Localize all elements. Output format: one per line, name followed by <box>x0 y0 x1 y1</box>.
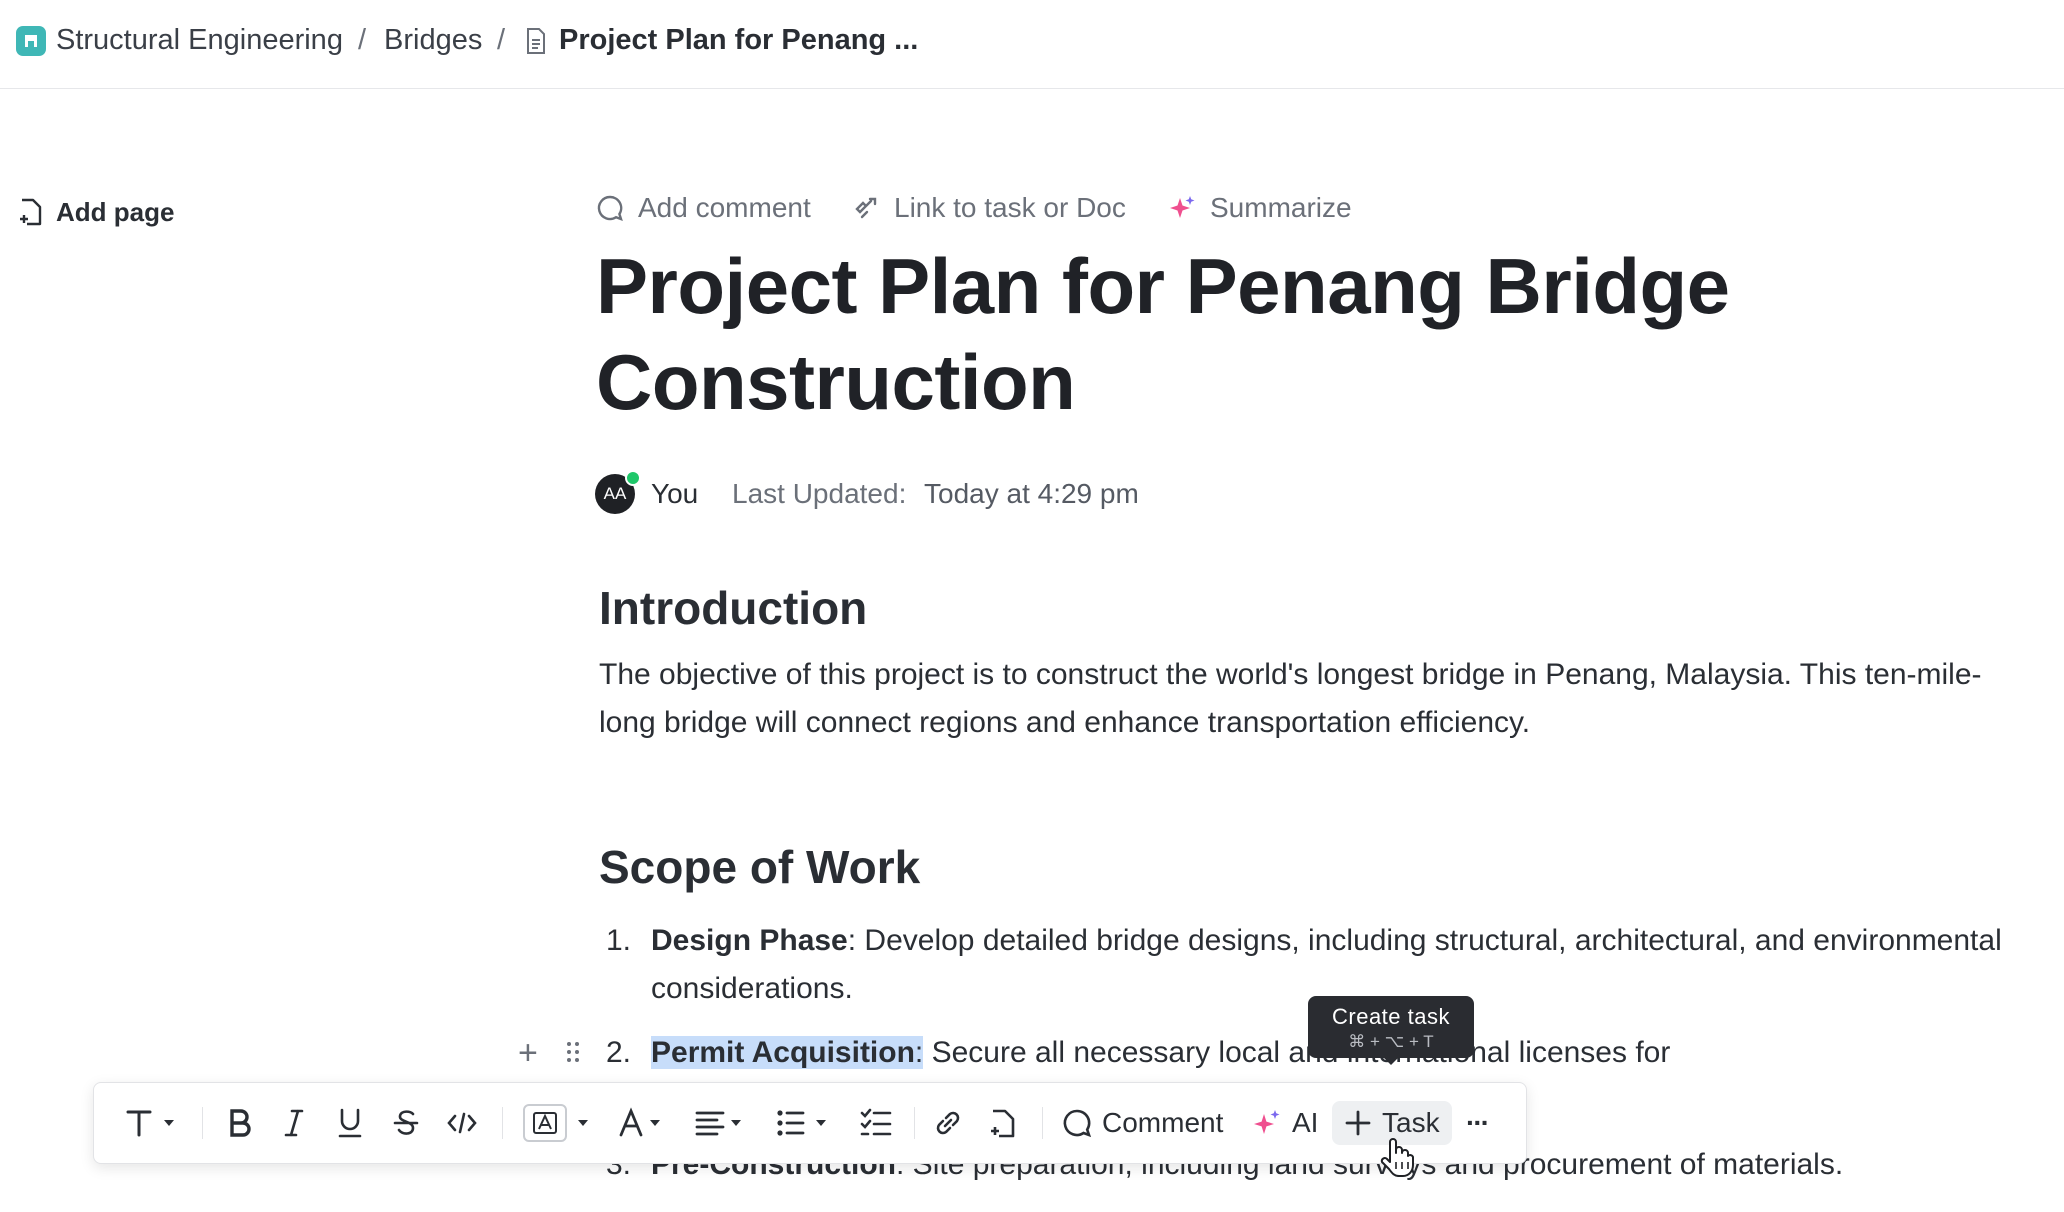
strikethrough-icon <box>393 1110 419 1135</box>
page-title[interactable]: Project Plan for Penang Bridge Construct… <box>596 238 1896 430</box>
toolbar-divider <box>502 1107 503 1139</box>
list-item-term: Design Phase <box>651 924 848 957</box>
summarize-button[interactable]: Summarize <box>1168 188 1352 228</box>
breadcrumb-separator: / <box>358 24 367 56</box>
code-icon <box>447 1112 477 1134</box>
tooltip-arrow <box>1382 1056 1400 1065</box>
sparkle-icon <box>1254 1110 1280 1134</box>
toolbar-divider <box>202 1107 203 1139</box>
bold-icon <box>230 1109 251 1137</box>
ai-button[interactable]: AI <box>1252 1101 1318 1145</box>
list-item-term-selected: Permit Acquisition: <box>651 1036 924 1069</box>
task-label: Task <box>1382 1107 1440 1138</box>
comment-label: Comment <box>1102 1107 1224 1138</box>
comment-button[interactable]: Comment <box>1062 1101 1223 1145</box>
more-options-button[interactable]: ··· <box>1466 1101 1490 1145</box>
list-item-term: Permit Acquisition <box>651 1036 915 1069</box>
breadcrumb: Structural Engineering / Bridges / Proje… <box>0 0 2064 89</box>
comment-icon <box>597 195 623 221</box>
strikethrough-button[interactable] <box>392 1101 420 1145</box>
create-task-tooltip: Create task ⌘ + ⌥ + T <box>1308 996 1474 1058</box>
text-color-icon <box>619 1107 660 1137</box>
link-page-button[interactable] <box>988 1101 1018 1145</box>
link-icon <box>936 1111 960 1135</box>
drag-handle-icon[interactable] <box>566 1040 580 1064</box>
more-icon: ··· <box>1466 1107 1490 1138</box>
author-name: You <box>651 478 699 509</box>
checklist-button[interactable] <box>860 1101 892 1145</box>
bullet-list-button[interactable] <box>776 1101 832 1145</box>
breadcrumb-doc[interactable]: Project Plan for Penang ... <box>559 22 918 58</box>
add-comment-label: Add comment <box>638 192 811 223</box>
link-task-button[interactable]: Link to task or Doc <box>852 188 1126 228</box>
checklist-icon <box>860 1108 892 1136</box>
align-left-icon <box>695 1111 741 1136</box>
formatting-toolbar: Comment AI Task ··· <box>93 1082 1527 1164</box>
list-item-text: : Develop detailed bridge designs, inclu… <box>651 924 2002 1005</box>
hand-cursor-icon <box>1380 1138 1414 1177</box>
list-item-colon: : <box>914 1036 924 1069</box>
underline-icon <box>338 1108 362 1138</box>
toolbar-divider <box>1042 1107 1043 1139</box>
breadcrumb-space[interactable]: Structural Engineering <box>56 22 343 58</box>
breadcrumb-folder[interactable]: Bridges <box>384 22 482 58</box>
tooltip-shortcut: ⌘ + ⌥ + T <box>1348 1032 1434 1051</box>
breadcrumb-separator: / <box>497 24 506 56</box>
align-button[interactable] <box>694 1101 748 1145</box>
summarize-label: Summarize <box>1210 192 1352 223</box>
add-page-button[interactable]: Add page <box>18 192 174 232</box>
add-block-icon[interactable]: + <box>518 1036 538 1070</box>
section-heading-introduction[interactable]: Introduction <box>599 580 867 636</box>
link-task-label: Link to task or Doc <box>894 192 1126 223</box>
text-color-button[interactable] <box>618 1101 672 1145</box>
underline-button[interactable] <box>336 1101 364 1145</box>
ai-label: AI <box>1292 1107 1319 1138</box>
space-icon[interactable] <box>16 26 46 56</box>
italic-icon <box>284 1109 304 1137</box>
introduction-paragraph[interactable]: The objective of this project is to cons… <box>599 651 1999 747</box>
online-status-dot <box>625 470 641 486</box>
bold-button[interactable] <box>226 1101 254 1145</box>
link-icon <box>855 197 877 219</box>
list-item-number: 1. <box>606 924 632 957</box>
section-heading-scope[interactable]: Scope of Work <box>599 839 920 895</box>
last-updated-label: Last Updated: <box>732 478 907 509</box>
tooltip-title: Create task <box>1332 1004 1450 1029</box>
add-page-label: Add page <box>56 196 175 227</box>
code-button[interactable] <box>446 1101 478 1145</box>
toolbar-divider <box>914 1107 915 1139</box>
highlight-button[interactable] <box>522 1101 592 1145</box>
sparkle-icon <box>1170 196 1195 218</box>
text-style-icon <box>126 1110 174 1137</box>
text-style-button[interactable] <box>124 1101 174 1145</box>
list-item-text: Secure all necessary local and internati… <box>923 1036 1671 1069</box>
document-icon <box>526 28 546 54</box>
insert-link-button[interactable] <box>932 1101 964 1145</box>
italic-button[interactable] <box>282 1101 306 1145</box>
plus-icon <box>1345 1110 1371 1136</box>
last-updated-value: Today at 4:29 pm <box>924 478 1139 509</box>
list-item-number: 2. <box>606 1036 632 1069</box>
add-comment-button[interactable]: Add comment <box>596 188 811 228</box>
comment-icon <box>1063 1109 1092 1138</box>
text-box-icon <box>523 1104 588 1142</box>
add-page-icon <box>20 198 42 226</box>
page-icon <box>991 1109 1015 1138</box>
bullet-list-icon <box>777 1110 826 1136</box>
